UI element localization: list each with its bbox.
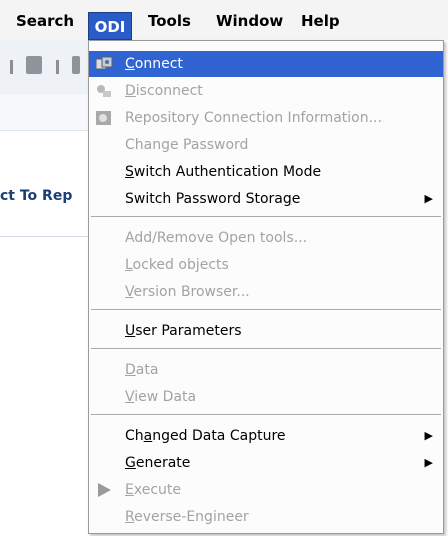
menu-item-label: Changed Data Capture bbox=[125, 428, 286, 444]
menu-item-label: Switch Authentication Mode bbox=[125, 164, 322, 180]
menu-item-label: View Data bbox=[125, 389, 197, 405]
menu-item-change-password: Change Password bbox=[89, 132, 443, 158]
menu-item-repository-info: Repository Connection Information... bbox=[89, 105, 443, 131]
menu-item-label: Change Password bbox=[125, 137, 249, 153]
execute-play-icon bbox=[98, 483, 111, 497]
menu-odi[interactable]: ODI bbox=[88, 12, 132, 40]
panel-header bbox=[0, 94, 90, 131]
folder-icon[interactable] bbox=[26, 56, 42, 74]
menu-item-label: Reverse-Engineer bbox=[125, 509, 249, 525]
menu-item-changed-data-capture[interactable]: Changed Data Capture ▶ bbox=[89, 423, 443, 449]
menu-item-label: Locked objects bbox=[125, 257, 229, 273]
menu-item-view-data: View Data bbox=[89, 384, 443, 410]
submenu-arrow-icon: ▶ bbox=[424, 429, 433, 442]
menu-item-label: Generate bbox=[125, 455, 191, 471]
menu-item-label: Connect bbox=[125, 56, 183, 72]
menu-item-label: User Parameters bbox=[125, 323, 242, 339]
toolbar-separator bbox=[10, 60, 13, 74]
menu-item-switch-authentication-mode[interactable]: Switch Authentication Mode bbox=[89, 159, 443, 185]
menu-item-label: Switch Password Storage bbox=[125, 191, 301, 207]
menu-item-version-browser: Version Browser... bbox=[89, 279, 443, 305]
disconnect-icon bbox=[97, 85, 111, 97]
menu-item-connect[interactable]: Connect bbox=[89, 51, 443, 77]
odi-dropdown-menu: Connect Disconnect Repository Connection… bbox=[88, 40, 444, 534]
menu-item-user-parameters[interactable]: User Parameters bbox=[89, 318, 443, 344]
menubar: Search ODI Tools Window Help bbox=[0, 0, 448, 40]
divider bbox=[0, 236, 90, 237]
menu-item-execute: Execute bbox=[89, 477, 443, 503]
menu-separator-highlight bbox=[91, 217, 441, 218]
submenu-arrow-icon: ▶ bbox=[424, 192, 433, 205]
menu-help[interactable]: Help bbox=[297, 9, 344, 33]
menu-item-label: Execute bbox=[125, 482, 181, 498]
menu-separator-highlight bbox=[91, 415, 441, 416]
menu-item-generate[interactable]: Generate ▶ bbox=[89, 450, 443, 476]
menu-search[interactable]: Search bbox=[12, 9, 78, 33]
toolbar-separator bbox=[56, 60, 59, 74]
submenu-arrow-icon: ▶ bbox=[424, 456, 433, 469]
menu-item-locked-objects: Locked objects bbox=[89, 252, 443, 278]
menu-item-label: Data bbox=[125, 362, 159, 378]
toolbar bbox=[0, 40, 90, 95]
menu-window[interactable]: Window bbox=[212, 9, 287, 33]
menu-item-add-remove-open-tools: Add/Remove Open tools... bbox=[89, 225, 443, 251]
toolbar-icon[interactable] bbox=[72, 56, 80, 74]
repository-info-icon bbox=[96, 111, 111, 125]
connect-to-repository-link[interactable]: ct To Rep bbox=[0, 188, 72, 204]
menu-separator-highlight bbox=[91, 310, 441, 311]
menu-tools[interactable]: Tools bbox=[144, 9, 195, 33]
menu-item-label: Version Browser... bbox=[125, 284, 250, 300]
menu-item-reverse-engineer: Reverse-Engineer bbox=[89, 504, 443, 530]
menu-item-switch-password-storage[interactable]: Switch Password Storage ▶ bbox=[89, 186, 443, 212]
connect-icon bbox=[95, 56, 113, 70]
menu-item-data: Data bbox=[89, 357, 443, 383]
menu-item-disconnect: Disconnect bbox=[89, 78, 443, 104]
menu-item-label: Repository Connection Information... bbox=[125, 110, 382, 126]
menu-item-label: Disconnect bbox=[125, 83, 203, 99]
menu-item-label: Add/Remove Open tools... bbox=[125, 230, 308, 246]
menu-separator-highlight bbox=[91, 349, 441, 350]
